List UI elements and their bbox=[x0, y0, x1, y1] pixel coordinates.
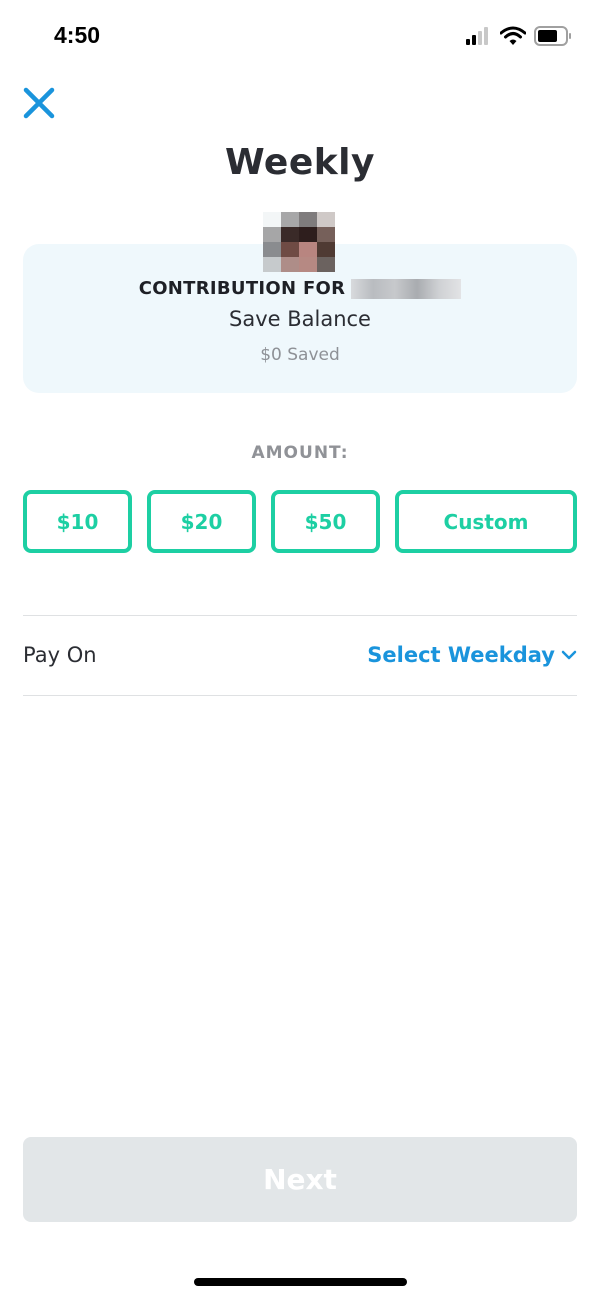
status-time: 4:50 bbox=[54, 22, 101, 48]
chevron-down-icon bbox=[561, 650, 577, 660]
page-title: Weekly bbox=[224, 142, 375, 183]
contribution-label-row: CONTRIBUTION FOR bbox=[0, 278, 600, 299]
amount-option-20-button[interactable]: $20 bbox=[147, 490, 256, 553]
account-name: Save Balance bbox=[229, 307, 371, 331]
amount-options: $10 $20 $50 Custom bbox=[23, 490, 577, 553]
status-bar: 4:50 bbox=[0, 0, 600, 76]
select-weekday-dropdown[interactable]: Select Weekday bbox=[367, 643, 577, 667]
close-button[interactable] bbox=[22, 86, 56, 120]
battery-icon bbox=[534, 26, 571, 46]
divider-bottom bbox=[23, 695, 577, 696]
recipient-name-redacted bbox=[351, 278, 462, 299]
amount-option-10-button[interactable]: $10 bbox=[23, 490, 132, 553]
saved-amount: $0 Saved bbox=[260, 345, 340, 365]
avatar bbox=[263, 212, 335, 272]
next-button[interactable]: Next bbox=[23, 1137, 577, 1222]
amount-label: AMOUNT: bbox=[251, 443, 349, 463]
divider-top bbox=[23, 615, 577, 616]
home-indicator bbox=[194, 1278, 407, 1286]
close-icon bbox=[23, 87, 55, 119]
wifi-icon bbox=[500, 26, 526, 45]
amount-option-50-button[interactable]: $50 bbox=[271, 490, 380, 553]
pay-on-label: Pay On bbox=[23, 643, 97, 667]
amount-option-custom-button[interactable]: Custom bbox=[395, 490, 577, 553]
cellular-signal-icon bbox=[466, 27, 488, 45]
select-weekday-label: Select Weekday bbox=[367, 643, 555, 667]
status-icons bbox=[466, 26, 572, 46]
contribution-label: CONTRIBUTION FOR bbox=[138, 278, 346, 299]
